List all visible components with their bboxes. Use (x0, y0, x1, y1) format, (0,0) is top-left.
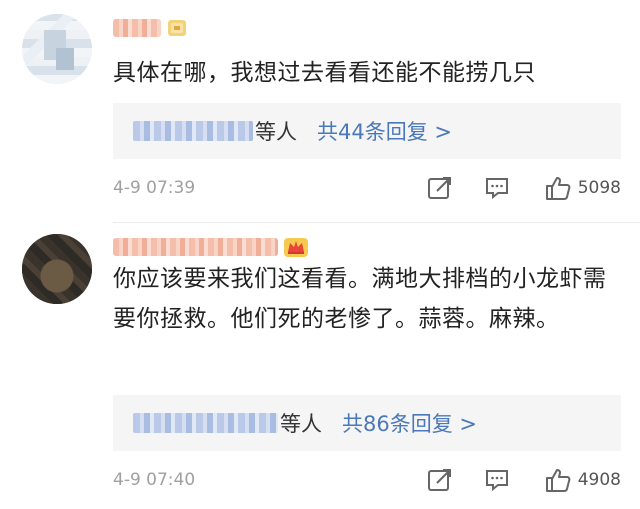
comment-text: 具体在哪，我想过去看看还能不能捞几只 (113, 60, 536, 86)
comment-icon[interactable] (484, 175, 510, 201)
like-count: 5098 (577, 178, 621, 198)
comment-text: 你应该要来我们这看看。满地大排档的小龙虾需要你拯救。他们死的老惨了。蒜蓉。麻辣。 (113, 266, 607, 332)
reply-suffix: 等人 (255, 120, 297, 144)
username-blurred[interactable] (113, 237, 309, 257)
thumbs-up-icon[interactable] (544, 466, 572, 494)
share-icon[interactable] (427, 175, 453, 201)
avatar[interactable] (22, 234, 92, 304)
timestamp: 4-9 07:39 (113, 178, 196, 198)
crown-icon (283, 236, 309, 258)
thumbs-up-icon[interactable] (544, 174, 572, 202)
reply-usernames-mosaic (133, 121, 253, 141)
comment-1: 具体在哪，我想过去看看还能不能捞几只 等人 共44条回复 > 4-9 07:39… (0, 0, 640, 225)
comment-meta: 4-9 07:40 4908 (113, 465, 621, 495)
reply-summary[interactable]: 等人 共44条回复 > (113, 103, 621, 159)
avatar-image (22, 234, 92, 304)
comment-icon[interactable] (484, 467, 510, 493)
username-blurred[interactable] (113, 18, 192, 38)
avatar[interactable] (22, 14, 92, 84)
view-replies-link[interactable]: 共86条回复 > (342, 408, 477, 438)
comment-actions: 5098 (427, 173, 621, 203)
reply-usernames-mosaic (133, 413, 278, 433)
view-replies-link[interactable]: 共44条回复 > (317, 116, 452, 146)
timestamp: 4-9 07:40 (113, 470, 196, 490)
comment-2: 你应该要来我们这看看。满地大排档的小龙虾需要你拯救。他们死的老惨了。蒜蓉。麻辣。… (0, 223, 640, 509)
avatar-image (22, 14, 92, 84)
reply-suffix: 等人 (280, 412, 322, 436)
username-mosaic (113, 238, 278, 256)
reply-summary[interactable]: 等人 共86条回复 > (113, 395, 621, 451)
like-count: 4908 (577, 470, 621, 490)
username-mosaic (113, 19, 161, 37)
share-icon[interactable] (427, 467, 453, 493)
comment-meta: 4-9 07:39 5098 (113, 173, 621, 203)
user-badge-icon (166, 17, 192, 39)
comment-actions: 4908 (427, 465, 621, 495)
